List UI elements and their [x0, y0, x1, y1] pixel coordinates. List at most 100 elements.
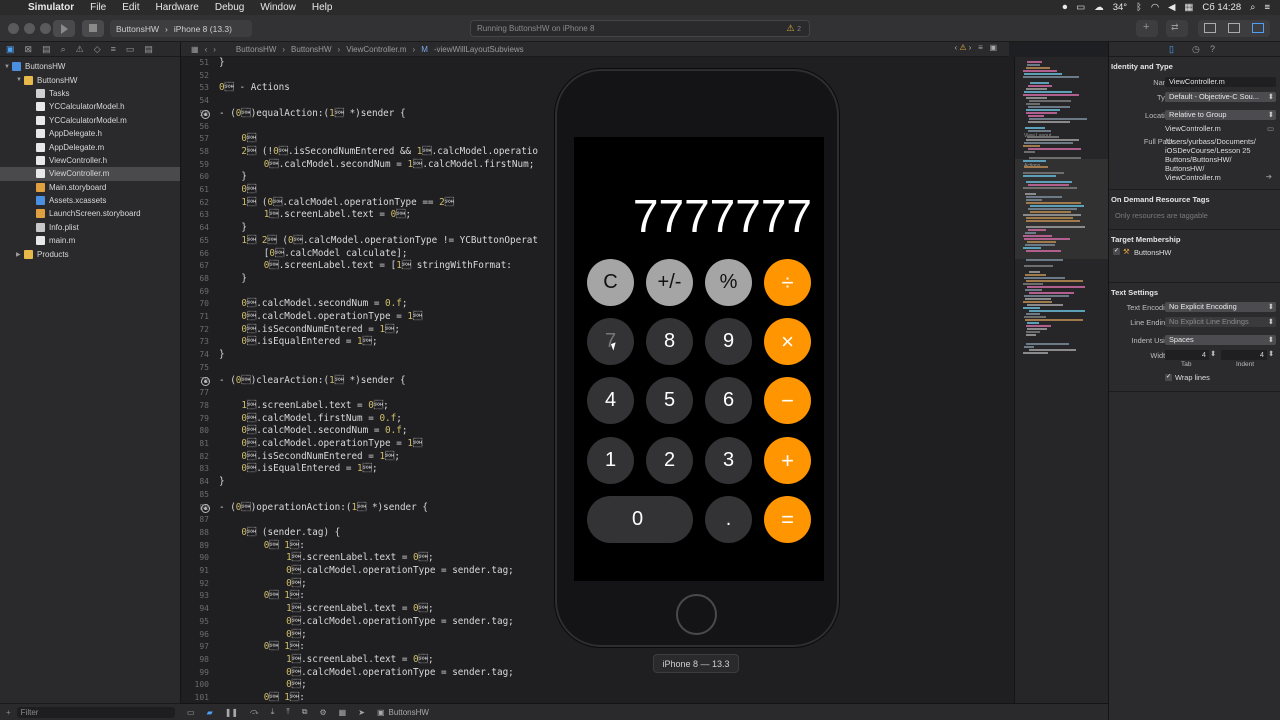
menu-hardware[interactable]: Hardware	[147, 2, 206, 13]
type-popup[interactable]: Default - Objective-C Sou... ⬍	[1165, 92, 1276, 102]
step-in-icon[interactable]: ⤓	[271, 707, 275, 717]
menu-app-name[interactable]: Simulator	[20, 2, 82, 13]
related-items-icon[interactable]: ▦	[191, 45, 199, 54]
step-over-icon[interactable]: ⤼	[250, 707, 259, 717]
sign-key[interactable]: +/-	[646, 259, 693, 306]
file-tree-row[interactable]: YCCalculatorModel.m	[0, 114, 180, 127]
menu-edit[interactable]: Edit	[114, 2, 147, 13]
report-navigator-icon[interactable]: ▤	[144, 44, 153, 55]
issue-navigator-icon[interactable]: ⚠	[76, 44, 84, 55]
two-key[interactable]: 2	[646, 437, 693, 484]
encoding-popup[interactable]: No Explicit Encoding ⬍	[1165, 302, 1276, 312]
history-inspector-icon[interactable]: ◷	[1192, 44, 1200, 55]
bluetooth-icon[interactable]: ᛒ	[1136, 2, 1142, 13]
code-line[interactable]: 51}	[181, 57, 1014, 70]
close-window-icon[interactable]	[8, 23, 19, 34]
reveal-arrow-icon[interactable]: ➔	[1266, 172, 1272, 181]
crumb-file[interactable]: ViewController.m	[346, 45, 406, 54]
percent-key[interactable]: %	[705, 259, 752, 306]
indent-width-field[interactable]: 4	[1221, 350, 1267, 360]
filter-input[interactable]: Filter	[16, 706, 175, 718]
crumb-project[interactable]: ButtonsHW	[236, 45, 276, 54]
disclosure-icon[interactable]: ▼	[4, 64, 12, 70]
weather-icon[interactable]: ☁	[1094, 2, 1104, 13]
memory-graph-icon[interactable]: ⚙	[320, 708, 327, 717]
view-debugger-icon[interactable]: ⧉	[302, 707, 308, 717]
review-button[interactable]: ⇄	[1166, 20, 1188, 37]
code-line[interactable]: 101 0 1:	[181, 692, 1014, 703]
six-key[interactable]: 6	[705, 377, 752, 424]
location-icon[interactable]: ➤	[358, 708, 365, 717]
file-tree-row[interactable]: ViewController.m	[0, 167, 180, 181]
warning-badge[interactable]: ⚠ 2	[787, 23, 801, 34]
file-tree-row[interactable]: ▼ ButtonsHW	[0, 73, 180, 86]
menu-help[interactable]: Help	[304, 2, 341, 13]
one-key[interactable]: 1	[587, 437, 634, 484]
folder-reveal-icon[interactable]: ▭	[1267, 124, 1274, 133]
minus-key[interactable]: −	[764, 377, 811, 424]
menu-window[interactable]: Window	[252, 2, 304, 13]
test-navigator-icon[interactable]: ◇	[94, 44, 101, 55]
debug-toggle-icon[interactable]	[1228, 23, 1240, 33]
step-out-icon[interactable]: ⤒	[286, 707, 290, 717]
file-tree-row[interactable]: Tasks	[0, 87, 180, 100]
indent-stepper-icon[interactable]: ⬍	[1268, 349, 1274, 358]
file-tree-row[interactable]: main.m	[0, 234, 180, 247]
hide-debug-icon[interactable]: ▭	[187, 708, 195, 717]
code-line[interactable]: 100 0;	[181, 679, 1014, 692]
nine-key[interactable]: 9	[705, 318, 752, 365]
wrap-lines-checkbox[interactable]: ✓	[1165, 374, 1172, 381]
file-tree-row[interactable]: ▶ Products	[0, 247, 180, 260]
file-tree-row[interactable]: ViewController.h	[0, 154, 180, 167]
temperature[interactable]: 34°	[1113, 2, 1127, 13]
forward-icon[interactable]: ›	[213, 45, 216, 54]
file-tree-row[interactable]: Info.plist	[0, 221, 180, 234]
wifi-icon[interactable]: ◠	[1151, 2, 1159, 13]
symbol-navigator-icon[interactable]: ▤	[42, 44, 51, 55]
multiply-key[interactable]: ×	[764, 318, 811, 365]
crumb-method[interactable]: -viewWillLayoutSubviews	[434, 45, 524, 54]
location-popup[interactable]: Relative to Group ⬍	[1165, 110, 1276, 120]
navigator-toggle-icon[interactable]	[1204, 23, 1216, 33]
breakpoint-navigator-icon[interactable]: ▭	[126, 44, 135, 55]
scheme-selector[interactable]: ButtonsHW › iPhone 8 (13.3)	[110, 20, 252, 37]
file-tree-row[interactable]: AppDelegate.m	[0, 140, 180, 153]
issue-nav-icons[interactable]: ‹ ⚠ › ≡ ▣	[954, 43, 997, 52]
zero-key[interactable]: 0	[587, 496, 693, 543]
pause-icon[interactable]: ❚❚	[225, 708, 238, 717]
tab-stepper-icon[interactable]: ⬍	[1210, 349, 1216, 358]
code-line[interactable]: 98 1.screenLabel.text = 0;	[181, 654, 1014, 667]
screen-icon[interactable]: ▭	[1076, 2, 1085, 13]
device-screen[interactable]: 7777777 C +/-% ÷ 7 8 9 × 4 5 6− 1 2 3 +0. =	[574, 137, 824, 581]
file-tree-row[interactable]: Assets.xcassets	[0, 194, 180, 207]
environment-overrides-icon[interactable]: ▦	[339, 708, 347, 717]
minimap[interactable]: View Layout Actions	[1014, 57, 1109, 703]
menu-debug[interactable]: Debug	[207, 2, 252, 13]
library-button[interactable]: +	[1136, 20, 1158, 37]
source-control-icon[interactable]: ⊠	[25, 44, 33, 55]
help-inspector-icon[interactable]: ?	[1210, 44, 1215, 54]
divide-key[interactable]: ÷	[764, 259, 811, 306]
clear-key[interactable]: C	[587, 259, 634, 306]
crumb-group[interactable]: ButtonsHW	[291, 45, 331, 54]
volume-icon[interactable]: ◀	[1168, 2, 1175, 13]
seven-key[interactable]: 7	[587, 318, 634, 365]
decimal-key[interactable]: .	[705, 496, 752, 543]
list-icon[interactable]: ≡	[1264, 2, 1270, 13]
disclosure-icon[interactable]: ▶	[16, 251, 24, 258]
eight-key[interactable]: 8	[646, 318, 693, 365]
find-navigator-icon[interactable]: ⌕	[61, 44, 66, 55]
debug-navigator-icon[interactable]: ≡	[111, 44, 116, 54]
panel-toggles[interactable]	[1198, 20, 1270, 37]
plus-key[interactable]: +	[764, 437, 811, 484]
ibaction-connection-icon[interactable]	[201, 376, 210, 386]
flag-icon[interactable]: ▦	[1184, 2, 1193, 13]
file-tree-row[interactable]: Main.storyboard	[0, 181, 180, 194]
run-button[interactable]	[53, 20, 75, 37]
zoom-window-icon[interactable]	[40, 23, 51, 34]
equals-key[interactable]: =	[764, 496, 811, 543]
file-tree-row[interactable]: LaunchScreen.storyboard	[0, 207, 180, 220]
home-button[interactable]	[676, 594, 717, 635]
file-tree-row[interactable]: YCCalculatorModel.h	[0, 100, 180, 113]
indent-popup[interactable]: Spaces ⬍	[1165, 335, 1276, 345]
